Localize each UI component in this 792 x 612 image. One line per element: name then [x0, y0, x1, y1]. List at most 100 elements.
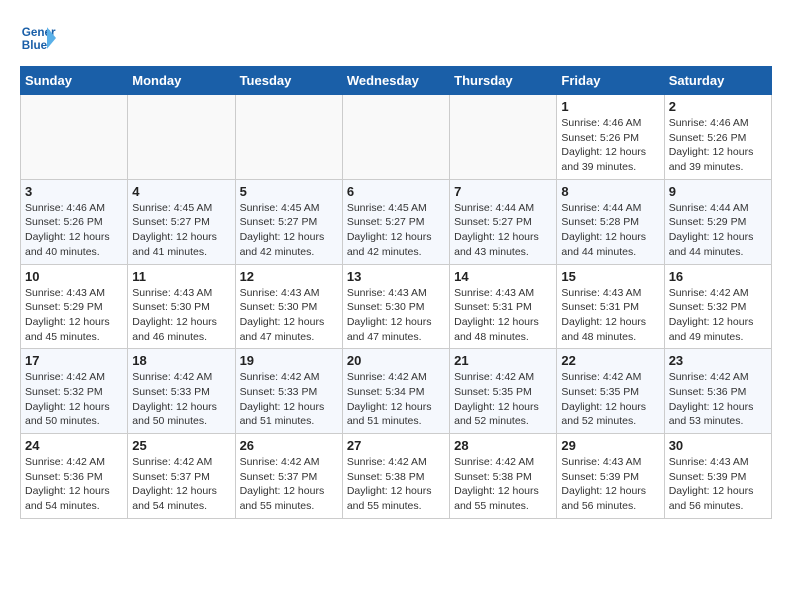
- calendar-cell: 3 Sunrise: 4:46 AM Sunset: 5:26 PM Daylig…: [21, 179, 128, 264]
- calendar-week-row: 1 Sunrise: 4:46 AM Sunset: 5:26 PM Daylig…: [21, 95, 772, 180]
- calendar-cell: 18 Sunrise: 4:42 AM Sunset: 5:33 PM Dayli…: [128, 349, 235, 434]
- day-info: Sunrise: 4:43 AM Sunset: 5:29 PM Dayligh…: [25, 286, 123, 345]
- calendar-cell: 26 Sunrise: 4:42 AM Sunset: 5:37 PM Dayli…: [235, 434, 342, 519]
- calendar-week-row: 24 Sunrise: 4:42 AM Sunset: 5:36 PM Dayli…: [21, 434, 772, 519]
- day-number: 12: [240, 269, 338, 284]
- day-info: Sunrise: 4:43 AM Sunset: 5:39 PM Dayligh…: [561, 455, 659, 514]
- svg-text:Blue: Blue: [22, 39, 48, 52]
- day-info: Sunrise: 4:45 AM Sunset: 5:27 PM Dayligh…: [347, 201, 445, 260]
- day-info: Sunrise: 4:44 AM Sunset: 5:27 PM Dayligh…: [454, 201, 552, 260]
- calendar-cell: 30 Sunrise: 4:43 AM Sunset: 5:39 PM Dayli…: [664, 434, 771, 519]
- day-info: Sunrise: 4:42 AM Sunset: 5:33 PM Dayligh…: [240, 370, 338, 429]
- day-number: 26: [240, 438, 338, 453]
- calendar-cell: 14 Sunrise: 4:43 AM Sunset: 5:31 PM Dayli…: [450, 264, 557, 349]
- day-info: Sunrise: 4:42 AM Sunset: 5:36 PM Dayligh…: [25, 455, 123, 514]
- calendar-cell: 23 Sunrise: 4:42 AM Sunset: 5:36 PM Dayli…: [664, 349, 771, 434]
- day-info: Sunrise: 4:42 AM Sunset: 5:32 PM Dayligh…: [25, 370, 123, 429]
- day-info: Sunrise: 4:45 AM Sunset: 5:27 PM Dayligh…: [240, 201, 338, 260]
- day-number: 9: [669, 184, 767, 199]
- calendar-cell: 10 Sunrise: 4:43 AM Sunset: 5:29 PM Dayli…: [21, 264, 128, 349]
- day-number: 29: [561, 438, 659, 453]
- calendar-cell: 15 Sunrise: 4:43 AM Sunset: 5:31 PM Dayli…: [557, 264, 664, 349]
- day-number: 7: [454, 184, 552, 199]
- day-info: Sunrise: 4:43 AM Sunset: 5:31 PM Dayligh…: [454, 286, 552, 345]
- day-number: 3: [25, 184, 123, 199]
- day-info: Sunrise: 4:43 AM Sunset: 5:31 PM Dayligh…: [561, 286, 659, 345]
- day-info: Sunrise: 4:42 AM Sunset: 5:35 PM Dayligh…: [454, 370, 552, 429]
- weekday-header-saturday: Saturday: [664, 67, 771, 95]
- calendar-cell: 13 Sunrise: 4:43 AM Sunset: 5:30 PM Dayli…: [342, 264, 449, 349]
- weekday-header-thursday: Thursday: [450, 67, 557, 95]
- calendar-cell: 2 Sunrise: 4:46 AM Sunset: 5:26 PM Daylig…: [664, 95, 771, 180]
- day-number: 19: [240, 353, 338, 368]
- day-number: 21: [454, 353, 552, 368]
- calendar-cell: [342, 95, 449, 180]
- day-info: Sunrise: 4:42 AM Sunset: 5:36 PM Dayligh…: [669, 370, 767, 429]
- weekday-header-sunday: Sunday: [21, 67, 128, 95]
- day-info: Sunrise: 4:42 AM Sunset: 5:35 PM Dayligh…: [561, 370, 659, 429]
- day-number: 10: [25, 269, 123, 284]
- calendar-week-row: 3 Sunrise: 4:46 AM Sunset: 5:26 PM Daylig…: [21, 179, 772, 264]
- day-number: 30: [669, 438, 767, 453]
- day-info: Sunrise: 4:42 AM Sunset: 5:38 PM Dayligh…: [347, 455, 445, 514]
- logo-icon: General Blue: [20, 20, 56, 56]
- day-info: Sunrise: 4:42 AM Sunset: 5:32 PM Dayligh…: [669, 286, 767, 345]
- calendar-cell: 8 Sunrise: 4:44 AM Sunset: 5:28 PM Daylig…: [557, 179, 664, 264]
- day-number: 18: [132, 353, 230, 368]
- calendar-cell: 24 Sunrise: 4:42 AM Sunset: 5:36 PM Dayli…: [21, 434, 128, 519]
- calendar-cell: 1 Sunrise: 4:46 AM Sunset: 5:26 PM Daylig…: [557, 95, 664, 180]
- day-info: Sunrise: 4:43 AM Sunset: 5:30 PM Dayligh…: [240, 286, 338, 345]
- calendar-cell: 6Sunrise: 4:45 AM Sunset: 5:27 PM Daylig…: [342, 179, 449, 264]
- weekday-header-wednesday: Wednesday: [342, 67, 449, 95]
- day-number: 2: [669, 99, 767, 114]
- calendar-cell: [21, 95, 128, 180]
- weekday-header-tuesday: Tuesday: [235, 67, 342, 95]
- day-info: Sunrise: 4:42 AM Sunset: 5:37 PM Dayligh…: [132, 455, 230, 514]
- day-number: 22: [561, 353, 659, 368]
- calendar-cell: [128, 95, 235, 180]
- day-number: 24: [25, 438, 123, 453]
- calendar-cell: 4 Sunrise: 4:45 AM Sunset: 5:27 PM Daylig…: [128, 179, 235, 264]
- calendar-week-row: 17Sunrise: 4:42 AM Sunset: 5:32 PM Dayli…: [21, 349, 772, 434]
- weekday-header-friday: Friday: [557, 67, 664, 95]
- day-info: Sunrise: 4:46 AM Sunset: 5:26 PM Dayligh…: [669, 116, 767, 175]
- day-number: 27: [347, 438, 445, 453]
- day-info: Sunrise: 4:45 AM Sunset: 5:27 PM Dayligh…: [132, 201, 230, 260]
- calendar-cell: 28Sunrise: 4:42 AM Sunset: 5:38 PM Dayli…: [450, 434, 557, 519]
- calendar-cell: [450, 95, 557, 180]
- day-info: Sunrise: 4:46 AM Sunset: 5:26 PM Dayligh…: [561, 116, 659, 175]
- day-number: 16: [669, 269, 767, 284]
- day-number: 8: [561, 184, 659, 199]
- day-info: Sunrise: 4:42 AM Sunset: 5:38 PM Dayligh…: [454, 455, 552, 514]
- day-info: Sunrise: 4:42 AM Sunset: 5:33 PM Dayligh…: [132, 370, 230, 429]
- day-info: Sunrise: 4:43 AM Sunset: 5:30 PM Dayligh…: [132, 286, 230, 345]
- day-number: 1: [561, 99, 659, 114]
- calendar-header: SundayMondayTuesdayWednesdayThursdayFrid…: [21, 67, 772, 95]
- day-number: 5: [240, 184, 338, 199]
- page-header: General Blue: [20, 20, 772, 56]
- day-info: Sunrise: 4:43 AM Sunset: 5:39 PM Dayligh…: [669, 455, 767, 514]
- day-info: Sunrise: 4:42 AM Sunset: 5:34 PM Dayligh…: [347, 370, 445, 429]
- day-info: Sunrise: 4:46 AM Sunset: 5:26 PM Dayligh…: [25, 201, 123, 260]
- day-info: Sunrise: 4:42 AM Sunset: 5:37 PM Dayligh…: [240, 455, 338, 514]
- day-number: 4: [132, 184, 230, 199]
- day-number: 25: [132, 438, 230, 453]
- day-number: 15: [561, 269, 659, 284]
- calendar-cell: 25 Sunrise: 4:42 AM Sunset: 5:37 PM Dayli…: [128, 434, 235, 519]
- calendar-cell: 11Sunrise: 4:43 AM Sunset: 5:30 PM Dayli…: [128, 264, 235, 349]
- day-info: Sunrise: 4:43 AM Sunset: 5:30 PM Dayligh…: [347, 286, 445, 345]
- calendar-cell: 7 Sunrise: 4:44 AM Sunset: 5:27 PM Daylig…: [450, 179, 557, 264]
- day-number: 20: [347, 353, 445, 368]
- calendar-cell: 12 Sunrise: 4:43 AM Sunset: 5:30 PM Dayli…: [235, 264, 342, 349]
- calendar-week-row: 10 Sunrise: 4:43 AM Sunset: 5:29 PM Dayli…: [21, 264, 772, 349]
- day-number: 23: [669, 353, 767, 368]
- day-number: 14: [454, 269, 552, 284]
- day-info: Sunrise: 4:44 AM Sunset: 5:28 PM Dayligh…: [561, 201, 659, 260]
- day-number: 13: [347, 269, 445, 284]
- calendar-cell: 16 Sunrise: 4:42 AM Sunset: 5:32 PM Dayli…: [664, 264, 771, 349]
- calendar-table: SundayMondayTuesdayWednesdayThursdayFrid…: [20, 66, 772, 519]
- logo: General Blue: [20, 20, 60, 56]
- calendar-cell: [235, 95, 342, 180]
- calendar-cell: 19 Sunrise: 4:42 AM Sunset: 5:33 PM Dayli…: [235, 349, 342, 434]
- day-info: Sunrise: 4:44 AM Sunset: 5:29 PM Dayligh…: [669, 201, 767, 260]
